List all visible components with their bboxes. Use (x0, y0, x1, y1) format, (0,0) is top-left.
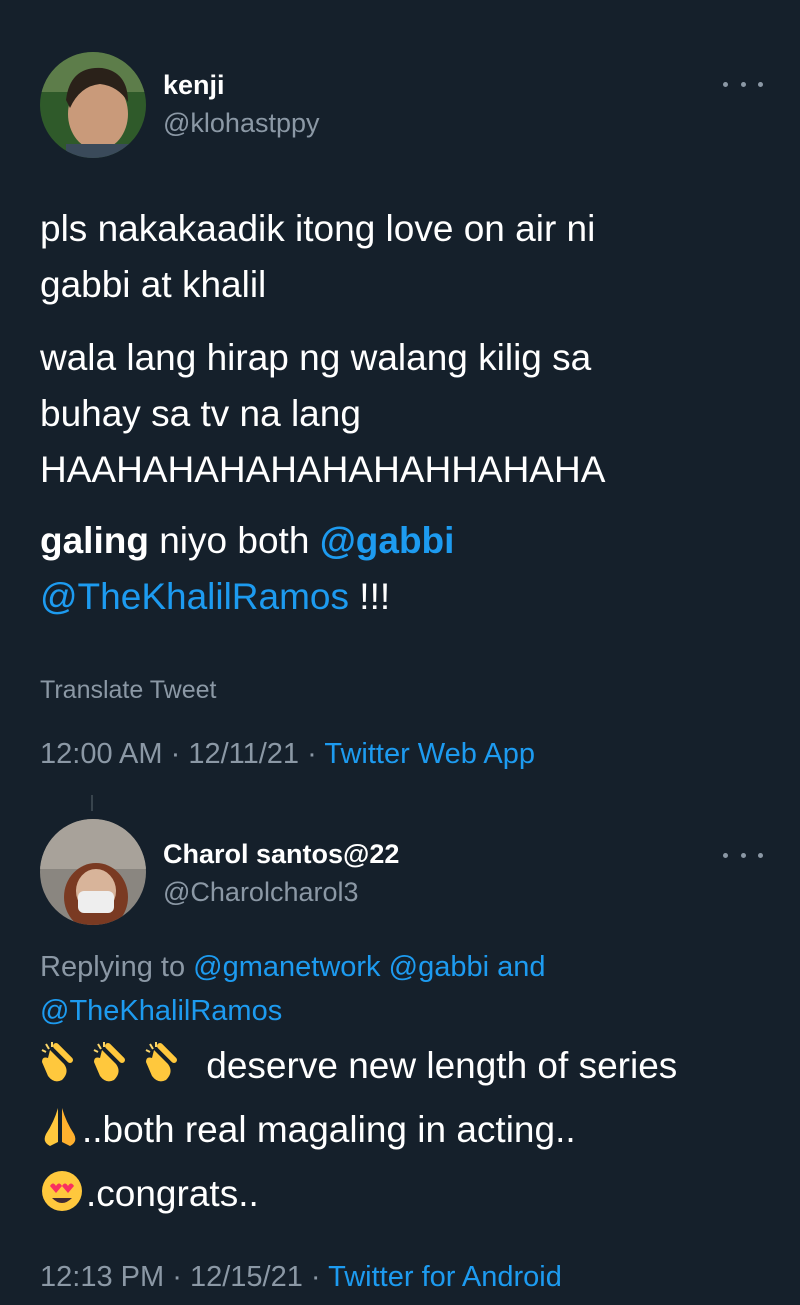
text-span: niyo both (148, 520, 320, 561)
text-span: ..both real magaling in acting.. (82, 1109, 576, 1150)
separator: · (310, 1261, 321, 1293)
and-text: and (489, 951, 546, 983)
tweet-text: galing niyo both @gabbi @TheKhalilRamos … (40, 513, 454, 625)
mention-link[interactable]: @gmanetwork (193, 951, 380, 983)
more-icon[interactable] (723, 74, 763, 94)
tweet-line: buhay sa tv na lang (40, 393, 361, 434)
translate-link[interactable]: Translate Tweet (40, 676, 216, 705)
heart-eyes-emoji (40, 1170, 84, 1229)
replying-line: Replying to @gmanetwork @gabbi and (40, 945, 545, 989)
text-span: !!! (349, 576, 391, 617)
handle[interactable]: @klohastppy (163, 108, 320, 139)
separator: · (170, 738, 181, 770)
avatar[interactable] (40, 52, 146, 158)
clapping-hands-emoji (92, 1042, 142, 1101)
mention-link[interactable]: @TheKhalilRamos (40, 576, 349, 617)
tweet-line: @TheKhalilRamos !!! (40, 569, 454, 625)
tweet-line: ..both real magaling in acting.. (40, 1101, 677, 1165)
display-name[interactable]: kenji (163, 70, 225, 101)
bold-word: galing (40, 520, 149, 561)
tweet-line: gabbi at khalil (40, 264, 267, 305)
tweet-line: .congrats.. (40, 1165, 677, 1229)
folded-hands-emoji (40, 1106, 80, 1165)
display-name[interactable]: Charol santos@22 (163, 839, 399, 870)
replying-to: Replying to @gmanetwork @gabbi and @TheK… (40, 945, 545, 1033)
tweet-timestamp: 12:00 AM · 12/11/21 · Twitter Web App (40, 738, 535, 771)
tweet-line: wala lang hirap ng walang kilig sa (40, 337, 592, 378)
text-span: deserve new length of series (196, 1045, 678, 1086)
thread-line (91, 795, 93, 811)
tweet-line: deserve new length of series (40, 1037, 677, 1101)
text-span: .congrats.. (86, 1173, 259, 1214)
date[interactable]: 12/11/21 (188, 738, 299, 770)
tweet-line: pls nakakaadik itong love on air ni (40, 208, 596, 249)
main-tweet: kenji @klohastppy pls nakakaadik itong l… (0, 0, 800, 790)
avatar[interactable] (40, 819, 146, 925)
tweet-line: HAAHAHAHAHAHAHAHHAHAHA (40, 449, 606, 490)
time[interactable]: 12:13 PM (40, 1261, 164, 1293)
separator: · (307, 738, 317, 770)
tweet-line: galing niyo both @gabbi (40, 513, 454, 569)
mention-link[interactable]: @gabbi (389, 951, 489, 983)
reply-tweet: Charol santos@22 @Charolcharol3 Replying… (0, 815, 800, 1305)
tweet-text: pls nakakaadik itong love on air ni gabb… (40, 201, 595, 313)
replying-label: Replying to (40, 951, 194, 983)
clapping-hands-emoji (144, 1042, 194, 1101)
mention-link[interactable]: @TheKhalilRamos (40, 995, 282, 1027)
mention-link[interactable]: @gabbi (320, 520, 455, 561)
replying-line: @TheKhalilRamos (40, 989, 545, 1033)
handle[interactable]: @Charolcharol3 (163, 877, 359, 908)
source-link[interactable]: Twitter for Android (328, 1261, 562, 1293)
tweet-text: deserve new length of series ..both real… (40, 1037, 677, 1229)
source-link[interactable]: Twitter Web App (324, 738, 535, 770)
tweet-text: wala lang hirap ng walang kilig sa buhay… (40, 330, 605, 498)
more-icon[interactable] (723, 845, 763, 865)
time[interactable]: 12:00 AM (40, 738, 163, 770)
tweet-timestamp: 12:13 PM · 12/15/21 · Twitter for Androi… (40, 1261, 562, 1294)
date[interactable]: 12/15/21 (190, 1261, 303, 1293)
clapping-hands-emoji (40, 1042, 90, 1101)
separator: · (172, 1261, 182, 1293)
